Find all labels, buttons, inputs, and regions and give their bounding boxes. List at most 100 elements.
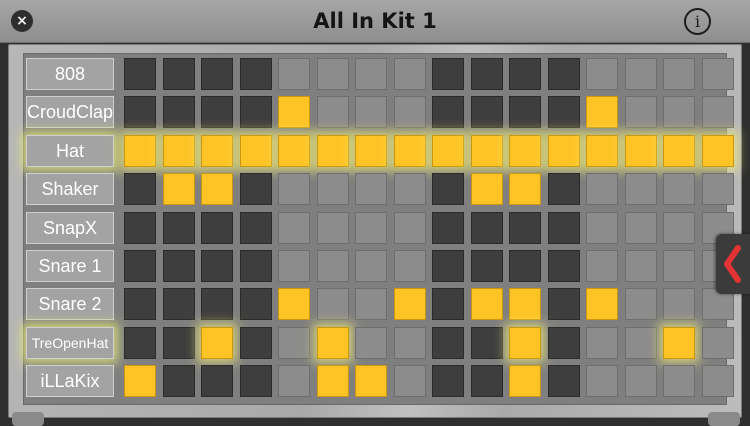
step-pad[interactable] [432, 58, 464, 90]
step-pad[interactable] [471, 327, 503, 359]
step-pad[interactable] [278, 173, 310, 205]
track-label[interactable]: Hat [26, 135, 114, 167]
step-pad[interactable] [509, 135, 541, 167]
step-pad[interactable] [432, 212, 464, 244]
track-label[interactable]: CroudClap [26, 96, 114, 128]
step-pad[interactable] [548, 173, 580, 205]
step-pad[interactable] [317, 58, 349, 90]
step-pad[interactable] [240, 173, 272, 205]
step-pad[interactable] [201, 212, 233, 244]
step-pad[interactable] [124, 327, 156, 359]
step-pad[interactable] [625, 135, 657, 167]
step-pad[interactable] [702, 96, 734, 128]
step-pad[interactable] [586, 96, 618, 128]
step-pad[interactable] [702, 173, 734, 205]
step-pad[interactable] [278, 96, 310, 128]
step-pad[interactable] [702, 58, 734, 90]
step-pad[interactable] [124, 173, 156, 205]
step-pad[interactable] [625, 327, 657, 359]
step-pad[interactable] [278, 288, 310, 320]
step-pad[interactable] [355, 135, 387, 167]
step-pad[interactable] [124, 58, 156, 90]
step-pad[interactable] [278, 250, 310, 282]
step-pad[interactable] [394, 288, 426, 320]
step-pad[interactable] [317, 212, 349, 244]
step-pad[interactable] [625, 58, 657, 90]
step-pad[interactable] [663, 58, 695, 90]
step-pad[interactable] [317, 365, 349, 397]
step-pad[interactable] [240, 135, 272, 167]
step-pad[interactable] [586, 173, 618, 205]
step-pad[interactable] [548, 250, 580, 282]
step-pad[interactable] [509, 58, 541, 90]
step-pad[interactable] [663, 212, 695, 244]
step-pad[interactable] [278, 327, 310, 359]
step-pad[interactable] [163, 58, 195, 90]
step-pad[interactable] [548, 288, 580, 320]
step-pad[interactable] [355, 212, 387, 244]
step-pad[interactable] [509, 365, 541, 397]
step-pad[interactable] [663, 135, 695, 167]
step-pad[interactable] [586, 365, 618, 397]
step-pad[interactable] [317, 96, 349, 128]
step-pad[interactable] [548, 212, 580, 244]
track-label[interactable]: TreOpenHat [26, 327, 114, 359]
step-pad[interactable] [625, 212, 657, 244]
step-pad[interactable] [586, 327, 618, 359]
step-pad[interactable] [471, 135, 503, 167]
step-pad[interactable] [509, 250, 541, 282]
step-pad[interactable] [471, 173, 503, 205]
step-pad[interactable] [471, 288, 503, 320]
step-pad[interactable] [586, 58, 618, 90]
step-pad[interactable] [317, 135, 349, 167]
track-label[interactable]: Snare 1 [26, 250, 114, 282]
step-pad[interactable] [240, 96, 272, 128]
step-pad[interactable] [663, 96, 695, 128]
step-pad[interactable] [355, 58, 387, 90]
step-pad[interactable] [663, 365, 695, 397]
step-pad[interactable] [163, 288, 195, 320]
step-pad[interactable] [509, 96, 541, 128]
collapse-tab[interactable] [716, 234, 750, 294]
step-pad[interactable] [355, 327, 387, 359]
step-pad[interactable] [240, 365, 272, 397]
step-pad[interactable] [163, 365, 195, 397]
step-pad[interactable] [163, 96, 195, 128]
step-pad[interactable] [663, 327, 695, 359]
step-pad[interactable] [394, 250, 426, 282]
step-pad[interactable] [394, 212, 426, 244]
step-pad[interactable] [586, 288, 618, 320]
step-pad[interactable] [471, 58, 503, 90]
step-pad[interactable] [471, 250, 503, 282]
step-pad[interactable] [548, 58, 580, 90]
step-pad[interactable] [509, 327, 541, 359]
step-pad[interactable] [548, 365, 580, 397]
step-pad[interactable] [163, 327, 195, 359]
track-label[interactable]: iLLaKix [26, 365, 114, 397]
step-pad[interactable] [394, 96, 426, 128]
step-pad[interactable] [548, 135, 580, 167]
info-icon[interactable]: i [684, 8, 711, 35]
step-pad[interactable] [278, 365, 310, 397]
step-pad[interactable] [201, 365, 233, 397]
step-pad[interactable] [124, 288, 156, 320]
step-pad[interactable] [278, 212, 310, 244]
step-pad[interactable] [432, 365, 464, 397]
step-pad[interactable] [163, 250, 195, 282]
step-pad[interactable] [432, 173, 464, 205]
step-pad[interactable] [625, 173, 657, 205]
step-pad[interactable] [201, 135, 233, 167]
step-pad[interactable] [201, 327, 233, 359]
step-pad[interactable] [394, 365, 426, 397]
step-pad[interactable] [394, 135, 426, 167]
step-pad[interactable] [355, 365, 387, 397]
step-pad[interactable] [394, 58, 426, 90]
step-pad[interactable] [317, 250, 349, 282]
step-pad[interactable] [278, 58, 310, 90]
track-label[interactable]: 808 [26, 58, 114, 90]
step-pad[interactable] [124, 96, 156, 128]
step-pad[interactable] [548, 96, 580, 128]
step-pad[interactable] [432, 327, 464, 359]
step-pad[interactable] [663, 173, 695, 205]
step-pad[interactable] [432, 288, 464, 320]
